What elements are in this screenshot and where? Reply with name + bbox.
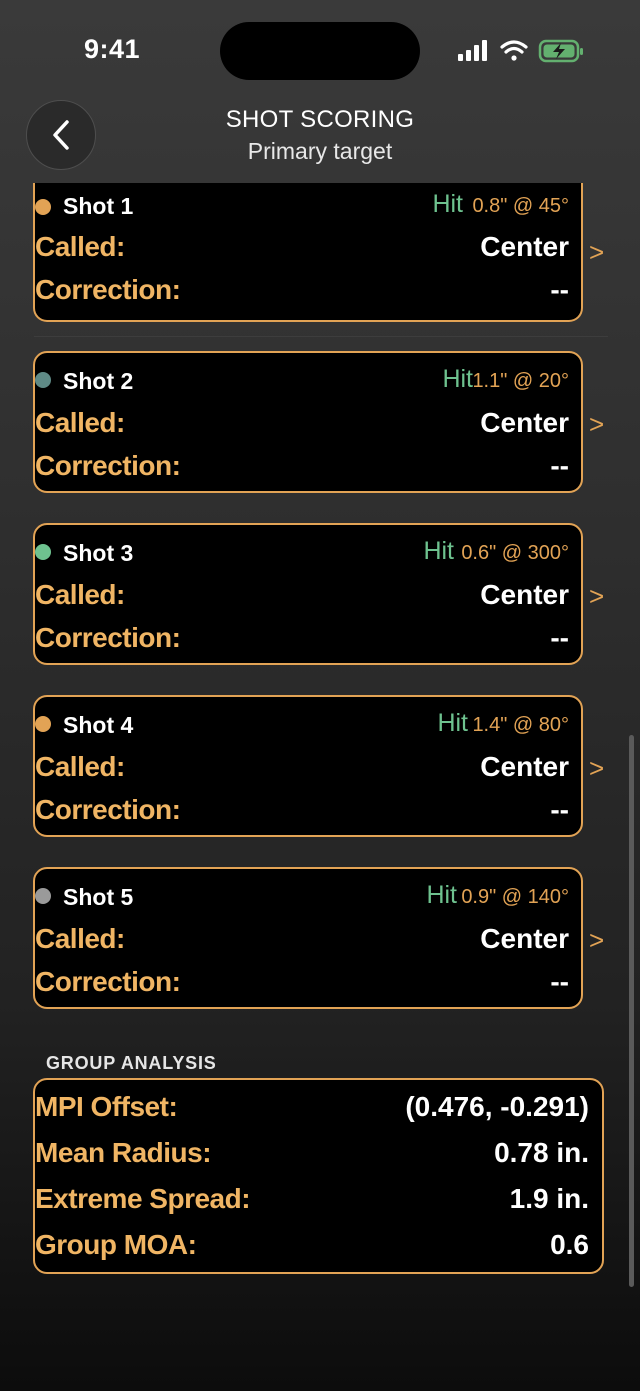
status-bar: 9:41 — [0, 0, 640, 100]
shot-result: Hit — [432, 190, 463, 218]
called-label: Called: — [35, 923, 125, 954]
group-moa-value: 0.6 — [550, 1229, 589, 1260]
correction-value: -- — [550, 274, 569, 305]
extreme-spread-value: 1.9 in. — [509, 1183, 589, 1214]
correction-value: -- — [550, 622, 569, 653]
chevron-right-icon[interactable]: > — [589, 409, 604, 440]
called-label: Called: — [35, 751, 125, 782]
mpi-offset-label: MPI Offset: — [35, 1091, 178, 1122]
chevron-right-icon[interactable]: > — [589, 925, 604, 956]
shot-card[interactable]: Shot 2 Hit 1.1" @ 20° Called: Center Cor… — [33, 351, 583, 493]
correction-label: Correction: — [35, 450, 181, 481]
shot-color-dot — [35, 716, 51, 732]
shot-result: Hit — [426, 881, 457, 909]
correction-value: -- — [550, 450, 569, 481]
called-value: Center — [480, 923, 569, 954]
shot-result: Hit — [423, 537, 454, 565]
shot-row[interactable]: Shot 2 Hit 1.1" @ 20° Called: Center Cor… — [0, 351, 640, 523]
divider — [34, 336, 608, 337]
shot-name: Shot 5 — [63, 884, 134, 910]
correction-label: Correction: — [35, 966, 181, 997]
shot-result: Hit — [442, 365, 473, 393]
shot-detail: 1.1" @ 20° — [472, 370, 569, 392]
shot-detail: 1.4" @ 80° — [472, 714, 569, 736]
chevron-right-icon[interactable]: > — [589, 237, 604, 268]
called-value: Center — [480, 231, 569, 262]
shot-card[interactable]: Shot 5 Hit 0.9" @ 140° Called: Center Co… — [33, 867, 583, 1009]
shot-color-dot — [35, 199, 51, 215]
shot-name: Shot 1 — [63, 193, 134, 219]
shot-color-dot — [35, 544, 51, 560]
chevron-right-icon[interactable]: > — [589, 581, 604, 612]
shot-row[interactable]: Shot 4 Hit 1.4" @ 80° Called: Center Cor… — [0, 695, 640, 867]
called-label: Called: — [35, 231, 125, 262]
shot-result: Hit — [437, 709, 468, 737]
cellular-signal-icon — [458, 40, 487, 61]
status-icons — [458, 38, 584, 66]
group-moa-label: Group MOA: — [35, 1229, 197, 1260]
shot-card[interactable]: Shot 1 Hit 0.8" @ 45° Called: Center Cor… — [33, 183, 583, 322]
shot-detail: 0.8" @ 45° — [472, 195, 569, 217]
shot-name: Shot 4 — [63, 712, 134, 738]
shot-card[interactable]: Shot 3 Hit 0.6" @ 300° Called: Center Co… — [33, 523, 583, 665]
shot-detail: 0.6" @ 300° — [461, 542, 569, 564]
shot-detail: 0.9" @ 140° — [461, 886, 569, 908]
called-value: Center — [480, 751, 569, 782]
shot-color-dot — [35, 888, 51, 904]
shot-row[interactable]: Shot 3 Hit 0.6" @ 300° Called: Center Co… — [0, 523, 640, 695]
mpi-offset-value: (0.476, -0.291) — [405, 1091, 589, 1122]
shot-name: Shot 3 — [63, 540, 134, 566]
shot-card[interactable]: Shot 4 Hit 1.4" @ 80° Called: Center Cor… — [33, 695, 583, 837]
mean-radius-value: 0.78 in. — [494, 1137, 589, 1168]
wifi-icon — [500, 40, 528, 61]
called-value: Center — [480, 579, 569, 610]
correction-label: Correction: — [35, 622, 181, 653]
battery-charging-icon — [538, 39, 583, 63]
shot-color-dot — [35, 372, 51, 388]
navigation-bar: SHOT SCORING Primary target — [0, 98, 640, 178]
shot-row[interactable]: Shot 5 Hit 0.9" @ 140° Called: Center Co… — [0, 867, 640, 1025]
page-title: SHOT SCORING — [225, 106, 415, 133]
status-time: 9:41 — [84, 34, 141, 64]
correction-value: -- — [550, 794, 569, 825]
chevron-right-icon[interactable]: > — [589, 753, 604, 784]
called-label: Called: — [35, 407, 125, 438]
group-analysis-card: MPI Offset: (0.476, -0.291) Mean Radius:… — [33, 1078, 604, 1274]
shot-name: Shot 2 — [63, 368, 134, 394]
mean-radius-label: Mean Radius: — [35, 1137, 212, 1168]
correction-label: Correction: — [35, 794, 181, 825]
called-label: Called: — [35, 579, 125, 610]
dynamic-island — [220, 22, 420, 80]
extreme-spread-label: Extreme Spread: — [35, 1183, 251, 1214]
page-subtitle: Primary target — [247, 138, 393, 164]
shot-row[interactable]: Shot 1 Hit 0.8" @ 45° Called: Center Cor… — [0, 183, 640, 337]
correction-value: -- — [550, 966, 569, 997]
section-header: GROUP ANALYSIS — [46, 1053, 217, 1073]
called-value: Center — [480, 407, 569, 438]
correction-label: Correction: — [35, 274, 181, 305]
scrollbar[interactable] — [629, 735, 634, 1287]
